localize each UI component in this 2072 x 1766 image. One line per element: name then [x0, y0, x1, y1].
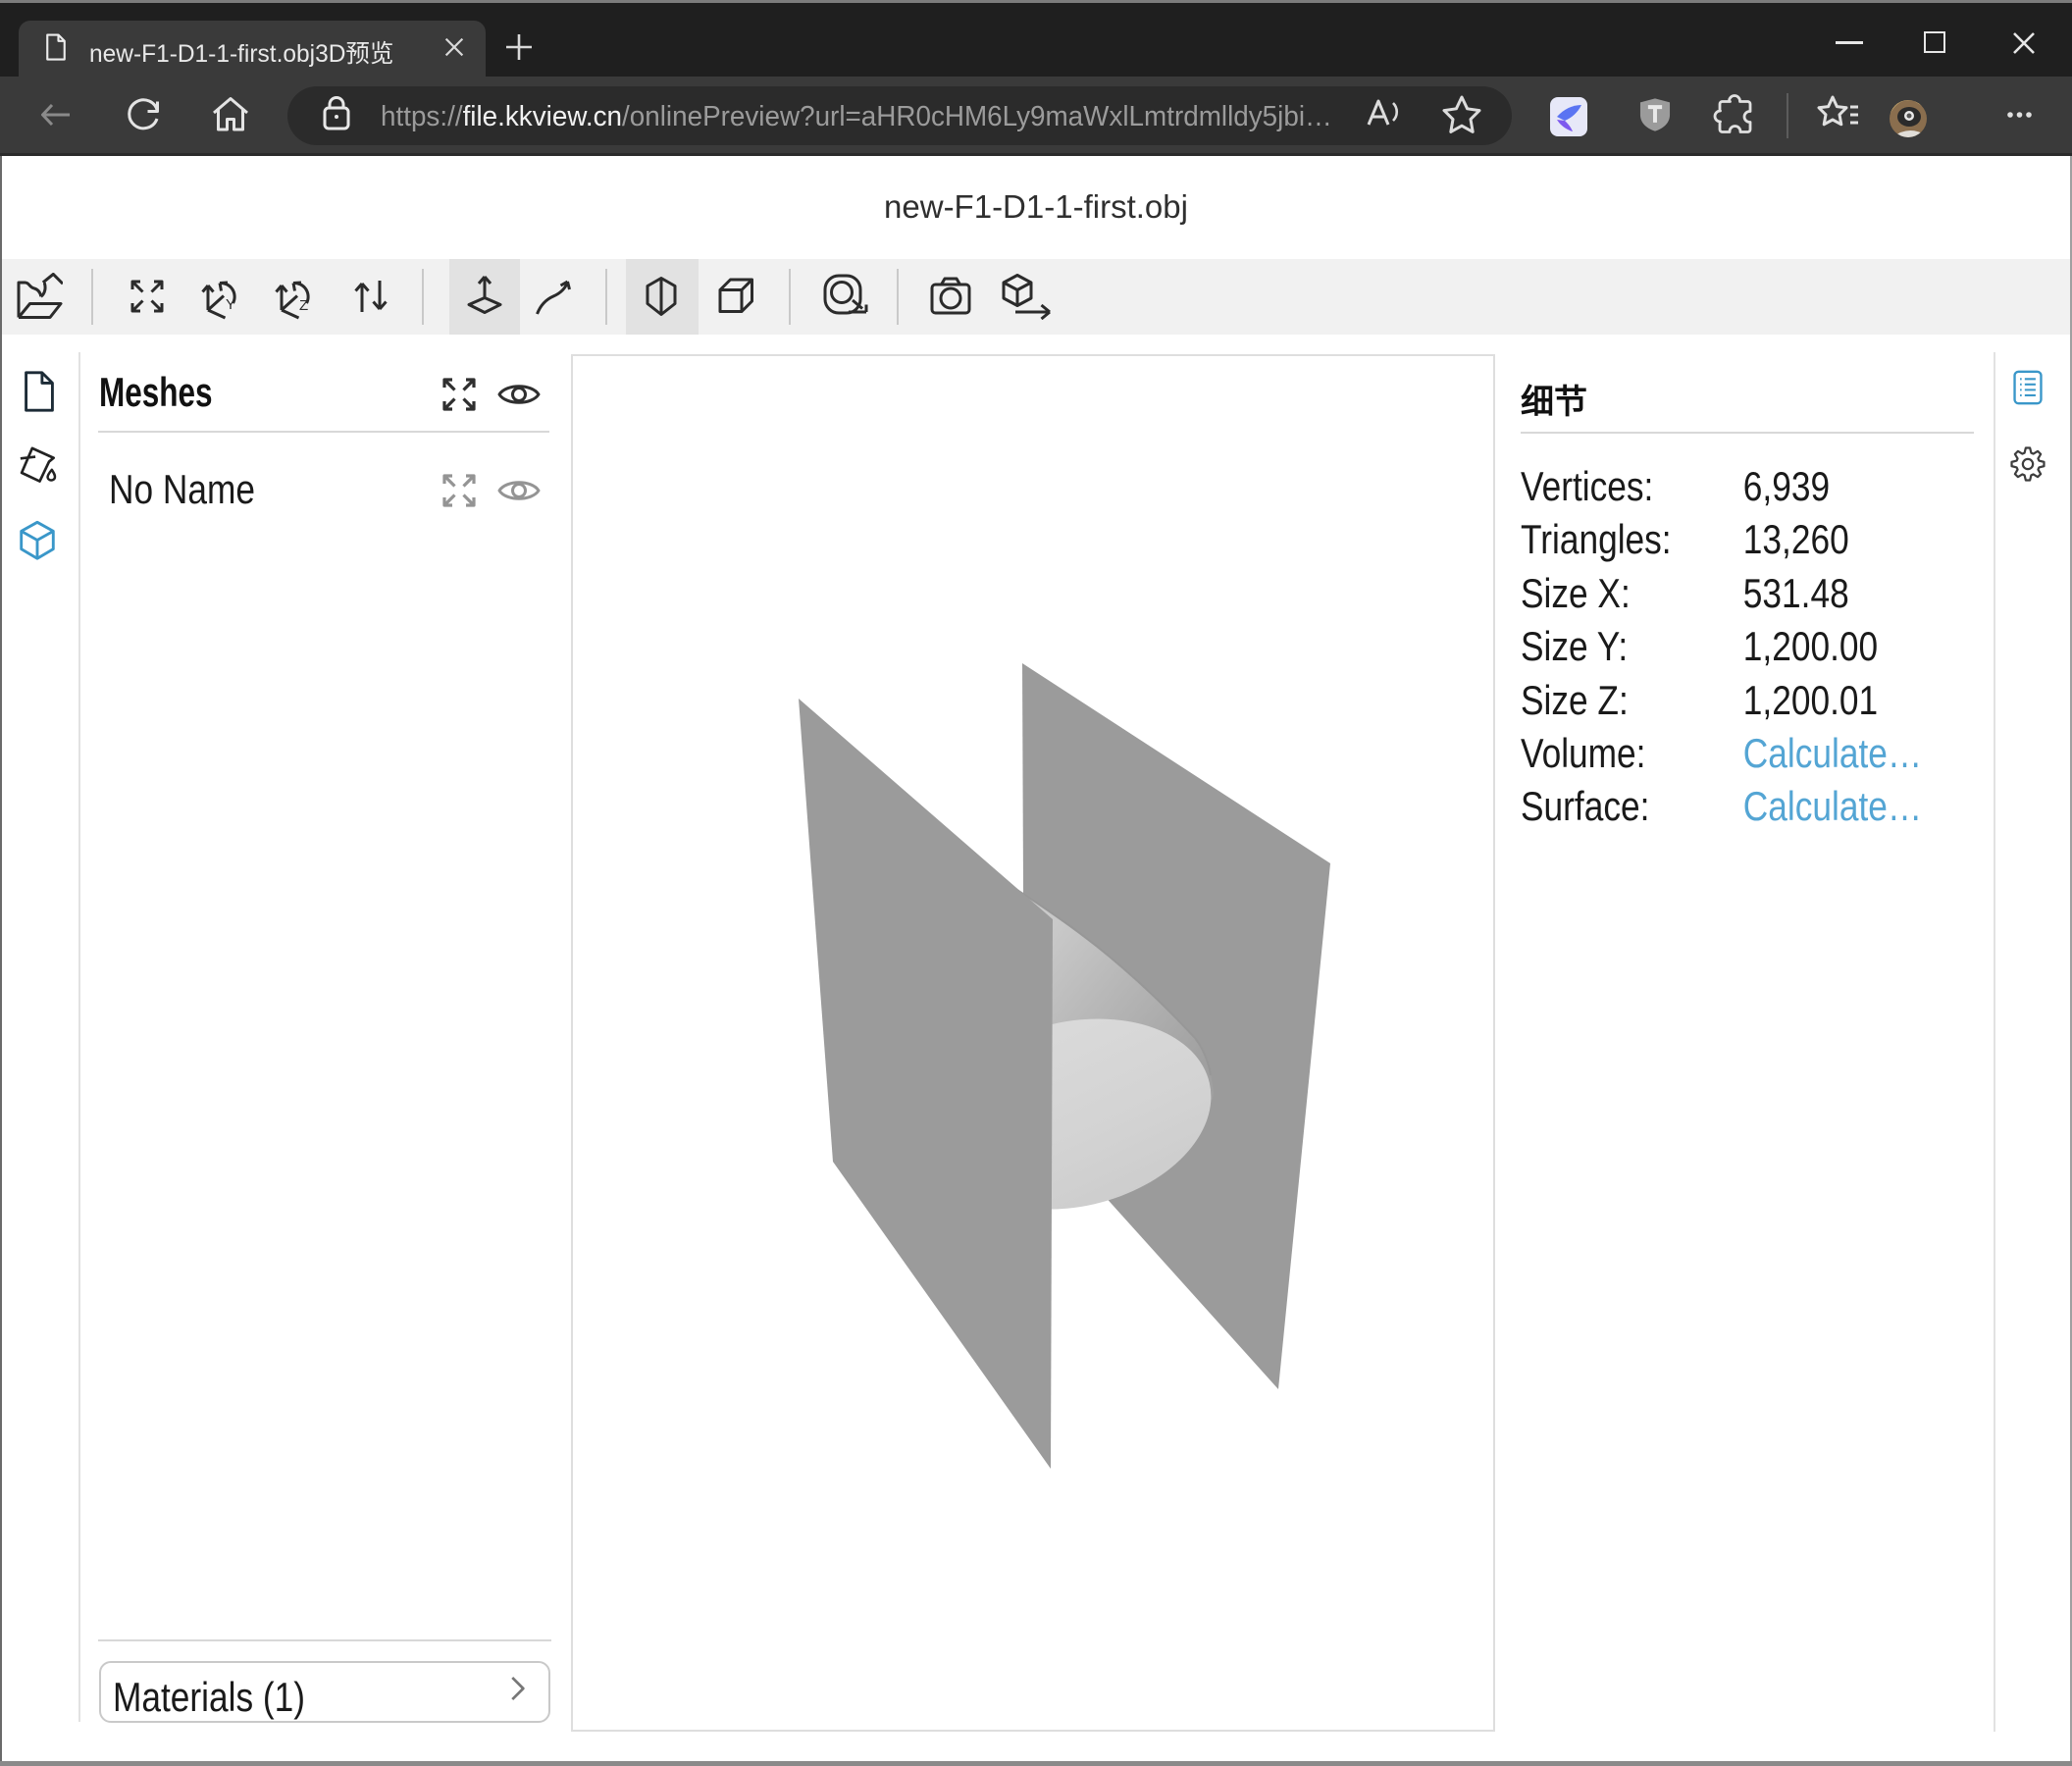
svg-text:Z: Z — [299, 297, 308, 314]
svg-text:Y: Y — [226, 296, 235, 313]
